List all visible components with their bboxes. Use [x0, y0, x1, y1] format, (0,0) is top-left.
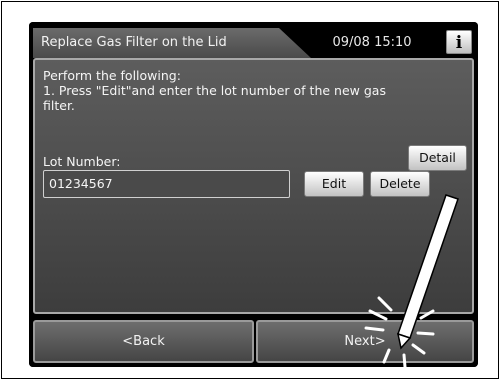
- instruction-text: Perform the following: 1. Press "Edit"an…: [43, 68, 463, 113]
- figure-frame: Replace Gas Filter on the Lid 09/08 15:1…: [1, 1, 499, 379]
- lot-number-field[interactable]: 01234567: [43, 170, 290, 198]
- next-button[interactable]: Next>: [256, 320, 474, 363]
- footer-bar: <Back Next>: [29, 314, 478, 367]
- back-button[interactable]: <Back: [33, 320, 254, 363]
- header-bar: Replace Gas Filter on the Lid 09/08 15:1…: [29, 22, 478, 58]
- instruction-line-2: 1. Press "Edit"and enter the lot number …: [43, 83, 386, 98]
- instruction-line-1: Perform the following:: [43, 68, 181, 83]
- instruction-line-3: filter.: [43, 98, 75, 113]
- delete-button[interactable]: Delete: [370, 171, 430, 197]
- info-button[interactable]: i: [446, 30, 472, 54]
- detail-button[interactable]: Detail: [408, 145, 467, 171]
- device-screen: Replace Gas Filter on the Lid 09/08 15:1…: [29, 22, 478, 367]
- edit-button[interactable]: Edit: [304, 171, 364, 197]
- screen-title: Replace Gas Filter on the Lid: [33, 28, 311, 58]
- datetime-display: 09/08 15:10: [332, 35, 412, 50]
- content-panel: Perform the following: 1. Press "Edit"an…: [33, 58, 474, 314]
- lot-number-label: Lot Number:: [43, 154, 121, 169]
